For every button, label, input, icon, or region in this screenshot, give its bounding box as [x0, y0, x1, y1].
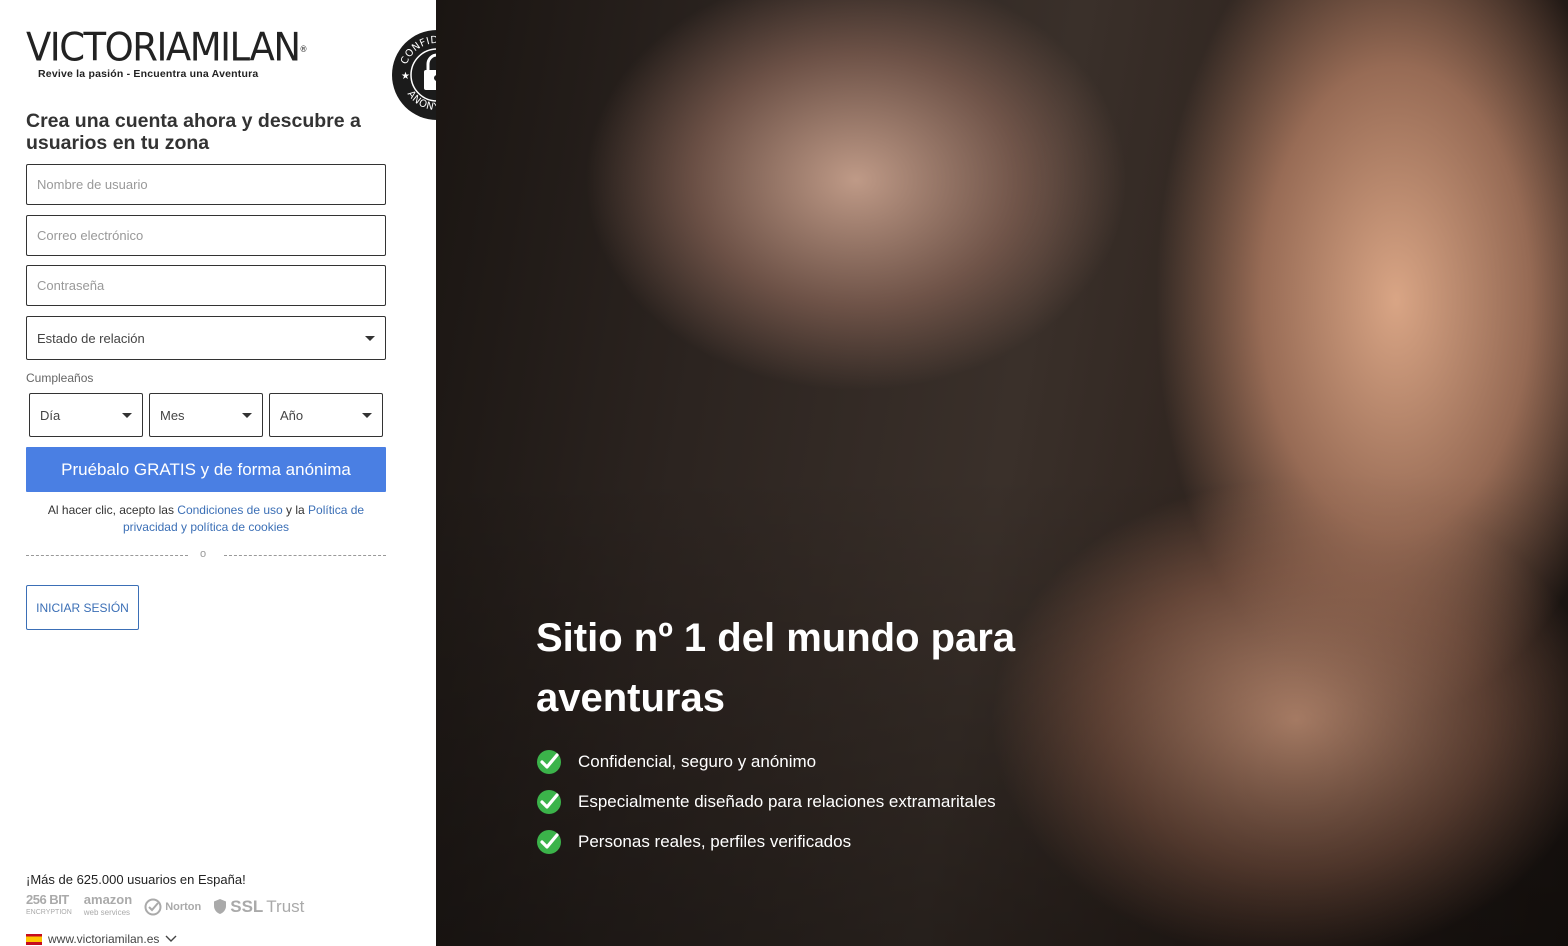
username-placeholder: Nombre de usuario [37, 177, 148, 192]
check-icon [537, 790, 561, 814]
signup-panel: VICTORIAMILAN® Revive la pasión - Encuen… [0, 0, 485, 946]
trust-badges: 256 BIT ENCRYPTION amazon web services N… [26, 892, 304, 918]
divider-left [26, 555, 188, 556]
trust-label: Trust [266, 896, 305, 916]
password-placeholder: Contraseña [37, 278, 105, 293]
feature-item: Confidencial, seguro y anónimo [536, 742, 996, 782]
birthday-month-select[interactable]: Mes [149, 393, 263, 437]
site-url: www.victoriamilan.es [48, 932, 160, 946]
locale-selector[interactable]: www.victoriamilan.es [26, 932, 177, 946]
feature-text: Especialmente diseñado para relaciones e… [578, 792, 996, 811]
encryption-badge-sub: ENCRYPTION [26, 909, 72, 916]
ssl-label: SSL [230, 896, 264, 916]
signup-heading: Crea una cuenta ahora y descubre a usuar… [26, 110, 361, 154]
encryption-badge-title: 256 BIT [26, 892, 69, 907]
ssl-trust-badge: SSL Trust [213, 897, 304, 917]
chevron-down-icon [122, 413, 132, 418]
birthday-day-select[interactable]: Día [29, 393, 143, 437]
feature-text: Personas reales, perfiles verificados [578, 832, 852, 851]
norton-check-icon [144, 898, 162, 915]
divider-right [224, 555, 386, 556]
users-count-text: ¡Más de 625.000 usuarios en España! [26, 872, 246, 887]
hero-title: Sitio nº 1 del mundo para aventuras [536, 616, 1016, 720]
terms-of-use-link[interactable]: Condiciones de uso [177, 503, 282, 517]
hero-image: Sitio nº 1 del mundo para aventuras Conf… [436, 0, 1568, 946]
norton-badge-label: Norton [165, 900, 202, 913]
birthday-label: Cumpleaños [26, 371, 94, 385]
check-icon [537, 750, 561, 774]
chevron-down-icon [362, 413, 372, 418]
svg-text:★: ★ [401, 71, 410, 82]
birthday-month-label: Mes [160, 407, 185, 423]
feature-list: Confidencial, seguro y anónimo Especialm… [536, 742, 996, 862]
relationship-status-label: Estado de relación [37, 330, 145, 346]
divider-or: o [200, 548, 207, 560]
email-placeholder: Correo electrónico [37, 228, 144, 243]
username-input[interactable]: Nombre de usuario [26, 164, 386, 205]
shield-icon [214, 899, 227, 914]
password-input[interactable]: Contraseña [26, 265, 386, 306]
chevron-down-icon [365, 336, 375, 341]
encryption-badge: 256 BIT ENCRYPTION [26, 892, 72, 918]
norton-badge: Norton [144, 898, 201, 916]
chevron-down-icon [242, 413, 252, 418]
birthday-year-label: Año [280, 407, 304, 423]
chevron-down-icon [165, 935, 177, 942]
spain-flag-icon [26, 933, 42, 945]
feature-item: Especialmente diseñado para relaciones e… [536, 782, 996, 822]
legal-and: y la [282, 503, 309, 517]
feature-item: Personas reales, perfiles verificados [536, 822, 996, 862]
login-button[interactable]: INICIAR SESIÓN [26, 585, 139, 630]
try-free-button[interactable]: Pruébalo GRATIS y de forma anónima [26, 447, 386, 492]
birthday-day-label: Día [40, 407, 61, 423]
check-icon [537, 830, 561, 854]
relationship-status-select[interactable]: Estado de relación [26, 316, 386, 360]
email-input[interactable]: Correo electrónico [26, 215, 386, 256]
amazon-badge-title: amazon [83, 892, 133, 907]
logo-word-victoria: VICTORIA [26, 24, 191, 71]
feature-text: Confidencial, seguro y anónimo [578, 752, 817, 771]
amazon-badge-sub: web services [83, 908, 131, 917]
victoria-milan-logo[interactable]: VICTORIAMILAN® Revive la pasión - Encuen… [26, 24, 307, 84]
logo-wordmark: VICTORIAMILAN® [26, 24, 307, 71]
birthday-year-select[interactable]: Año [269, 393, 383, 437]
legal-prefix: Al hacer clic, acepto las [47, 503, 178, 517]
legal-notice: Al hacer clic, acepto las Condiciones de… [26, 502, 386, 536]
logo-registered-mark: ® [299, 44, 308, 55]
amazon-web-services-badge: amazon web services [83, 892, 133, 918]
logo-word-milan: MILAN [189, 24, 301, 71]
